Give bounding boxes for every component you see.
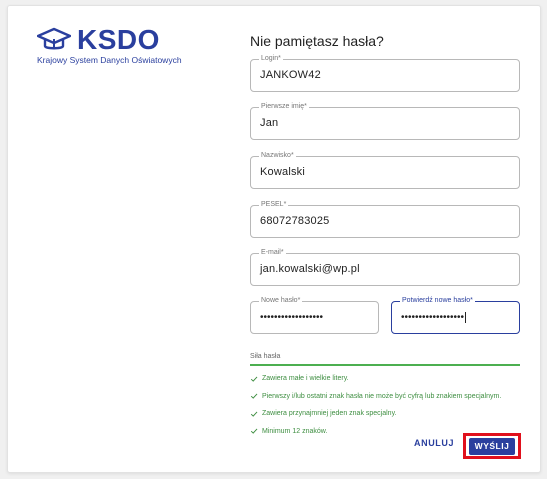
form-actions: ANULUJ WYŚLIJ (400, 433, 525, 459)
last-name-field[interactable]: Nazwisko* Kowalski (250, 151, 520, 189)
submit-highlight: WYŚLIJ (463, 433, 521, 459)
first-name-field[interactable]: Pierwsze imię* Jan (250, 102, 520, 140)
login-field[interactable]: Login* JANKOW42 (250, 54, 520, 92)
first-name-label: Pierwsze imię* (259, 102, 309, 112)
check-icon (250, 411, 258, 417)
password-rule-text: Pierwszy i/lub ostatni znak hasła nie mo… (262, 392, 502, 400)
logo-row: KSDO (37, 26, 182, 54)
confirm-password-value-wrap: •••••••••••••••••• (401, 312, 467, 324)
reset-password-card: KSDO Krajowy System Danych Oświatowych N… (7, 5, 541, 473)
graduation-cap-icon (37, 27, 71, 50)
first-name-value: Jan (260, 117, 279, 129)
email-label: E-mail* (259, 248, 286, 258)
check-icon (250, 428, 258, 434)
new-password-label: Nowe hasło* (259, 296, 303, 306)
text-caret (465, 312, 467, 323)
email-value: jan.kowalski@wp.pl (260, 263, 360, 275)
last-name-label: Nazwisko* (259, 151, 296, 161)
pesel-value: 68072783025 (260, 215, 330, 227)
new-password-value: •••••••••••••••••• (260, 312, 324, 323)
password-rule: Zawiera małe i wielkie litery. (250, 372, 525, 385)
new-password-field[interactable]: Nowe hasło* •••••••••••••••••• (250, 296, 379, 334)
pesel-label: PESEL* (259, 200, 289, 210)
pesel-field[interactable]: PESEL* 68072783025 (250, 200, 520, 238)
check-icon (250, 376, 258, 382)
logo-subtitle: Krajowy System Danych Oświatowych (37, 55, 182, 65)
email-field[interactable]: E-mail* jan.kowalski@wp.pl (250, 248, 520, 286)
cancel-button[interactable]: ANULUJ (414, 438, 454, 448)
page-title: Nie pamiętasz hasła? (250, 33, 384, 49)
password-strength-bar (250, 364, 520, 366)
password-strength-label: Siła hasła (250, 353, 281, 360)
password-rules-list: Zawiera małe i wielkie litery. Pierwszy … (250, 372, 525, 442)
password-rule-text: Minimum 12 znaków. (262, 427, 328, 435)
last-name-value: Kowalski (260, 166, 306, 178)
submit-button[interactable]: WYŚLIJ (469, 437, 515, 455)
confirm-password-value: •••••••••••••••••• (401, 312, 465, 324)
password-rule-text: Zawiera małe i wielkie litery. (262, 375, 349, 382)
confirm-password-label: Potwierdź nowe hasło* (400, 296, 475, 306)
check-icon (250, 393, 258, 399)
login-label: Login* (259, 54, 283, 64)
password-rule: Zawiera przynajmniej jeden znak specjaln… (250, 407, 525, 420)
logo-brand: KSDO (77, 24, 160, 55)
ksdo-logo[interactable]: KSDO Krajowy System Danych Oświatowych (37, 26, 182, 65)
password-rule-text: Zawiera przynajmniej jeden znak specjaln… (262, 410, 397, 417)
password-rule: Pierwszy i/lub ostatni znak hasła nie mo… (250, 390, 525, 403)
login-value: JANKOW42 (260, 69, 321, 81)
confirm-password-field[interactable]: Potwierdź nowe hasło* •••••••••••••••••• (391, 296, 520, 334)
